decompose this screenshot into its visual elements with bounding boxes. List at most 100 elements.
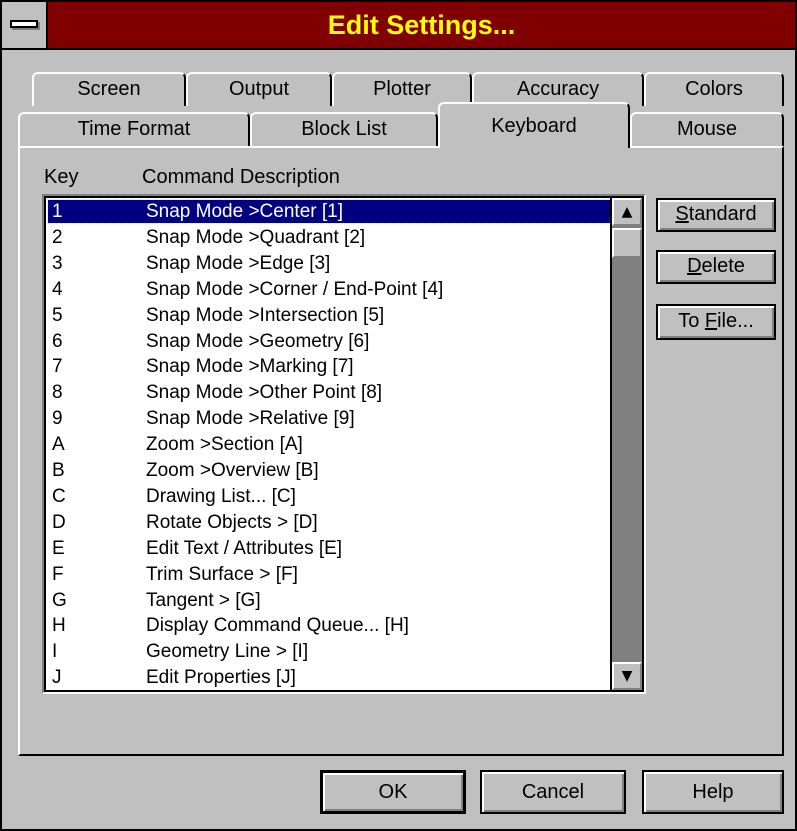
key-cell: B (52, 460, 65, 481)
list-item[interactable]: 1 Snap Mode >Center [1] (47, 199, 610, 224)
list-item[interactable]: 4 Snap Mode >Corner / End-Point [4] (48, 278, 610, 301)
description-cell: Drawing List... [C] (146, 485, 296, 507)
description-cell: Trim Surface > [F] (146, 563, 298, 585)
list-item[interactable]: D Rotate Objects > [D] (48, 511, 610, 534)
key-cell: 1 (52, 201, 63, 222)
list-item[interactable]: 3 Snap Mode >Edge [3] (48, 252, 610, 275)
description-cell: Zoom >Section [A] (146, 434, 303, 456)
list-item[interactable]: 2 Snap Mode >Quadrant [2] (48, 226, 610, 249)
edit-settings-dialog: Edit Settings... Screen Output Plotter A… (0, 0, 797, 831)
column-header-key: Key (44, 166, 79, 188)
tab-keyboard[interactable]: Keyboard (438, 102, 630, 148)
tab-screen[interactable]: Screen (32, 72, 186, 106)
key-cell: 7 (52, 356, 63, 378)
tab-label: Colors (685, 78, 743, 100)
tab-plotter[interactable]: Plotter (332, 72, 472, 106)
accelerator: D (687, 255, 702, 277)
scroll-up-button[interactable]: ▲ (612, 198, 642, 226)
delete-button[interactable]: Delete (656, 250, 776, 284)
tab-mouse[interactable]: Mouse (630, 112, 784, 146)
button-label: tandard (688, 203, 757, 225)
list-item[interactable]: H Display Command Queue... [H] (48, 614, 610, 637)
list-item[interactable]: F Trim Surface > [F] (48, 563, 610, 586)
help-button[interactable]: Help (642, 770, 784, 814)
description-cell: Snap Mode >Geometry [6] (146, 330, 370, 352)
arrow-up-icon: ▲ (621, 204, 633, 220)
description-cell: Snap Mode >Corner / End-Point [4] (146, 278, 444, 300)
tab-label: Accuracy (516, 78, 600, 100)
vertical-scrollbar[interactable]: ▲ ▼ (612, 196, 644, 692)
list-item[interactable]: I Geometry Line > [I] (48, 640, 610, 663)
system-menu-button[interactable] (2, 2, 48, 48)
tab-label: Screen (77, 78, 141, 100)
description-cell: Rotate Objects > [D] (146, 511, 318, 533)
list-items: 1 Snap Mode >Center [1] 2 Snap Mode >Quadra… (44, 196, 612, 692)
key-cell: 5 (52, 304, 63, 326)
key-cell: F (52, 563, 64, 585)
button-label: To (678, 310, 705, 332)
button-label: ile... (717, 310, 754, 332)
description-cell: Display Command Queue... [H] (146, 615, 409, 637)
key-cell: G (52, 589, 67, 611)
description-cell: Snap Mode >Relative [9] (146, 408, 355, 430)
key-cell: 2 (52, 226, 63, 248)
list-item[interactable]: 6 Snap Mode >Geometry [6] (48, 330, 610, 353)
column-header-description: Command Description (142, 166, 340, 188)
list-item[interactable]: 5 Snap Mode >Intersection [5] (48, 304, 610, 327)
tab-block-list[interactable]: Block List (250, 112, 438, 146)
arrow-down-icon: ▼ (621, 668, 633, 684)
description-cell: Geometry Line > [I] (146, 641, 309, 663)
tab-output[interactable]: Output (186, 72, 332, 106)
description-cell: Snap Mode >Edge [3] (146, 252, 331, 274)
list-item[interactable]: 7 Snap Mode >Marking [7] (48, 355, 610, 378)
button-label: elete (701, 255, 745, 277)
key-command-list[interactable]: 1 Snap Mode >Center [1] 2 Snap Mode >Quadra… (42, 194, 646, 694)
tab-label: Block List (301, 118, 387, 140)
tab-time-format[interactable]: Time Format (18, 112, 250, 146)
description-cell: Snap Mode >Intersection [5] (146, 304, 385, 326)
key-cell: A (52, 434, 65, 456)
list-item[interactable]: 9 Snap Mode >Relative [9] (48, 407, 610, 430)
system-menu-icon (10, 20, 38, 28)
key-cell: I (52, 641, 58, 663)
tab-label: Time Format (77, 118, 191, 140)
key-cell: 4 (52, 278, 63, 300)
description-cell: Tangent > [G] (146, 589, 261, 611)
accelerator: S (675, 203, 689, 225)
tab-accuracy[interactable]: Accuracy (472, 72, 644, 106)
description-cell: Snap Mode >Center [1] (146, 201, 343, 222)
key-cell: D (52, 511, 66, 533)
tab-label: Output (228, 78, 290, 100)
key-cell: 6 (52, 330, 63, 352)
key-cell: 9 (52, 408, 63, 430)
title-bar: Edit Settings... (2, 2, 795, 50)
description-cell: Snap Mode >Marking [7] (146, 356, 354, 378)
list-item[interactable]: E Edit Text / Attributes [E] (48, 537, 610, 560)
cancel-button[interactable]: Cancel (480, 770, 626, 814)
list-item[interactable]: G Tangent > [G] (48, 589, 610, 612)
list-item[interactable]: C Drawing List... [C] (48, 485, 610, 508)
tab-colors[interactable]: Colors (644, 72, 784, 106)
list-item[interactable]: B Zoom >Overview [B] (48, 459, 610, 482)
accelerator: F (704, 310, 718, 332)
list-item[interactable]: 8 Snap Mode >Other Point [8] (48, 381, 610, 404)
scroll-thumb[interactable] (612, 228, 642, 258)
description-cell: Snap Mode >Other Point [8] (146, 382, 383, 404)
list-item[interactable]: J Edit Properties [J] (48, 666, 610, 689)
description-cell: Edit Properties [J] (146, 667, 296, 689)
ok-button[interactable]: OK (320, 770, 466, 814)
key-cell: H (52, 615, 66, 637)
key-cell: 3 (52, 252, 63, 274)
description-cell: Edit Text / Attributes [E] (146, 537, 343, 559)
key-cell: J (52, 667, 62, 689)
key-cell: 8 (52, 382, 63, 404)
description-cell: Zoom >Overview [B] (146, 460, 319, 481)
standard-button[interactable]: Standard (656, 198, 776, 232)
key-cell: E (52, 537, 65, 559)
tab-label: Keyboard (491, 115, 577, 137)
to-file-button[interactable]: To File... (656, 304, 776, 340)
scroll-down-button[interactable]: ▼ (612, 662, 642, 690)
list-item[interactable]: A Zoom >Section [A] (48, 433, 610, 456)
description-cell: Snap Mode >Quadrant [2] (146, 226, 366, 248)
tab-label: Plotter (373, 78, 431, 100)
